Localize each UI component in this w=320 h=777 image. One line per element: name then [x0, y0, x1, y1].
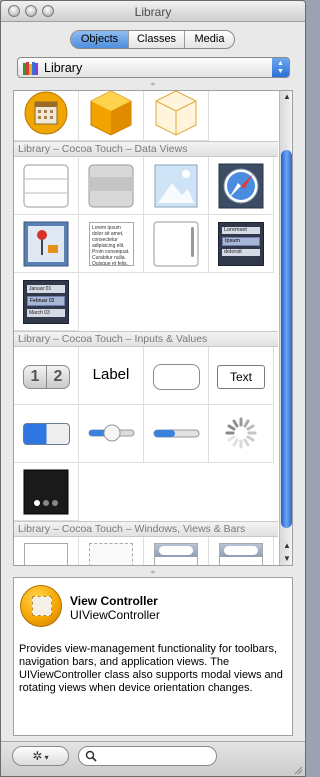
object-item-slider[interactable]	[79, 405, 144, 463]
splitter-grip[interactable]	[150, 82, 156, 86]
segmented-control-graphic: 1 2	[23, 365, 70, 389]
title-bar: Library	[1, 1, 305, 22]
object-item-wireframe-cube[interactable]	[144, 91, 209, 141]
picker-row-selected: Ipsum	[222, 237, 260, 246]
action-menu-button[interactable]: ✲ ▾	[12, 746, 69, 766]
selected-item-class: UIViewController	[70, 608, 160, 622]
calendar-object-icon	[24, 91, 68, 135]
slider-icon	[88, 424, 135, 442]
picker-view-graphic: Loremset Ipsum dolorsit	[218, 222, 264, 266]
round-rect-button-graphic	[153, 364, 200, 390]
library-popup-label: Library	[44, 61, 83, 75]
object-library-panel: Library – Cocoa Touch – Data Views Lorem…	[13, 90, 293, 566]
picker-row-top: Loremset	[222, 227, 260, 234]
bottom-bar: ✲ ▾	[1, 741, 305, 776]
progress-bar-icon	[153, 429, 200, 438]
search-input[interactable]	[78, 746, 217, 766]
object-item-image-view[interactable]	[144, 157, 209, 215]
selected-item-name: View Controller	[70, 594, 158, 608]
object-item-search-bar[interactable]	[144, 537, 209, 565]
object-item-label[interactable]: Label	[79, 347, 144, 405]
object-item-date-picker[interactable]: Januar 01 Februar 02 March 03	[14, 273, 79, 331]
image-view-icon	[154, 164, 198, 208]
spinner-icon	[225, 417, 257, 449]
chevron-down-icon: ▾	[42, 753, 49, 762]
picker-row-bottom: dolorsit	[222, 249, 260, 256]
window-graphic	[24, 543, 68, 565]
library-popup-button[interactable]: Library ▲ ▼	[17, 57, 290, 78]
books-icon	[23, 62, 38, 75]
object-item-page-control[interactable]	[14, 463, 79, 521]
text-view-sample: Lorem ipsum dolor sit amet, consectetur …	[89, 222, 134, 266]
object-item-round-rect-button[interactable]	[144, 347, 209, 405]
object-item-picker-view[interactable]: Loremset Ipsum dolorsit	[209, 215, 274, 273]
search-bar-graphic	[154, 543, 198, 565]
library-scrollbar[interactable]: ▲ ▲ ▼	[279, 91, 292, 565]
description-splitter-grip[interactable]	[150, 570, 156, 574]
segment-objects[interactable]: Objects	[71, 31, 129, 48]
window-title: Library	[134, 5, 172, 19]
object-item-window[interactable]	[14, 537, 79, 565]
date-row-1: Januar 01	[27, 285, 65, 293]
grouped-table-icon	[88, 164, 134, 208]
scroll-down-arrow-icon[interactable]: ▼	[281, 553, 292, 565]
scroll-up-top-icon[interactable]: ▲	[281, 91, 292, 103]
library-window: Library Objects Classes Media Library ▲ ▼	[0, 0, 306, 777]
object-item-switch[interactable]	[14, 405, 79, 463]
table-view-icon	[23, 164, 69, 208]
scope-segmented-control: Objects Classes Media	[70, 30, 235, 49]
segment-2-label: 2	[53, 368, 63, 385]
scroll-up-arrow-icon[interactable]: ▲	[281, 540, 292, 552]
object-item-text-view[interactable]: Lorem ipsum dolor sit amet, consectetur …	[79, 215, 144, 273]
view-graphic	[89, 543, 133, 565]
description-panel: View Controller UIViewController Provide…	[13, 577, 293, 736]
object-item-map-view[interactable]	[14, 215, 79, 273]
label-sample-text: Label	[92, 366, 130, 383]
resize-grip-icon[interactable]	[293, 765, 303, 775]
page-control-icon	[23, 469, 69, 515]
object-item-web-view[interactable]	[209, 157, 274, 215]
search-display-graphic	[219, 543, 263, 565]
switch-graphic	[23, 423, 70, 445]
view-controller-icon	[20, 585, 62, 627]
magnifier-icon	[85, 750, 97, 762]
selected-item-description: Provides view-management functionality f…	[19, 643, 283, 694]
object-item-search-display-controller[interactable]	[209, 537, 274, 565]
section-header-inputs-values: Library – Cocoa Touch – Inputs & Values	[14, 331, 278, 347]
segment-media[interactable]: Media	[185, 31, 234, 48]
object-item-text-field[interactable]: Text	[209, 347, 274, 405]
object-item-calendar[interactable]	[14, 91, 79, 141]
segment-1-label: 1	[24, 366, 47, 388]
object-item-segmented-control[interactable]: 1 2	[14, 347, 79, 405]
section-header-windows-views-bars: Library – Cocoa Touch – Windows, Views &…	[14, 521, 278, 537]
date-row-3: March 03	[27, 309, 65, 317]
object-item-progress-view[interactable]	[144, 405, 209, 463]
text-field-sample: Text	[217, 365, 265, 389]
object-item-scroll-view[interactable]	[144, 215, 209, 273]
popup-arrows-icon: ▲ ▼	[272, 58, 289, 77]
map-pin-icon	[23, 221, 69, 267]
date-picker-graphic: Januar 01 Februar 02 March 03	[23, 280, 69, 324]
date-row-2: Februar 02	[27, 296, 65, 306]
object-item-table-view[interactable]	[14, 157, 79, 215]
cube-object-icon	[90, 91, 132, 136]
object-item-view[interactable]	[79, 537, 144, 565]
wireframe-cube-icon	[155, 91, 197, 136]
segment-classes[interactable]: Classes	[129, 31, 185, 48]
section-header-data-views: Library – Cocoa Touch – Data Views	[14, 141, 278, 157]
compass-icon	[218, 163, 264, 209]
object-item-cube[interactable]	[79, 91, 144, 141]
object-item-activity-indicator[interactable]	[209, 405, 274, 463]
gear-icon: ✲	[32, 749, 43, 763]
scroll-view-icon	[153, 221, 199, 267]
scrollbar-thumb[interactable]	[281, 150, 292, 528]
object-item-grouped-table[interactable]	[79, 157, 144, 215]
